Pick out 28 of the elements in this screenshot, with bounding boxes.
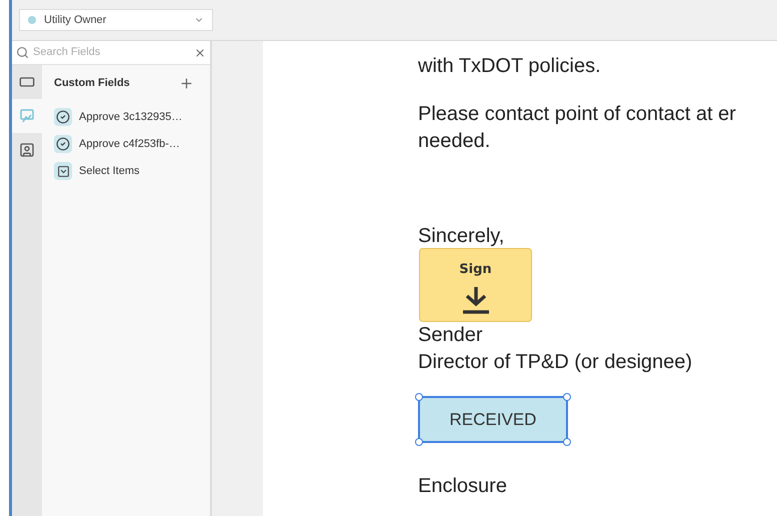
field-item[interactable]: Approve c4f253fb-… (79, 136, 180, 152)
document-text: needed. (418, 129, 492, 154)
close-icon[interactable] (194, 46, 206, 58)
document-text: with TxDOT policies. (418, 54, 602, 79)
document-text: Enclosure (418, 474, 508, 499)
dropdown-icon (54, 162, 72, 180)
resize-handle[interactable] (415, 438, 423, 446)
sign-button[interactable]: Sign (419, 248, 532, 322)
document-text: Sincerely, (418, 224, 506, 248)
document-text: Director of TP&D (or designee) (418, 350, 694, 375)
signature-icon (19, 108, 35, 124)
document-text: Please contact point of contact at er (418, 102, 737, 127)
search-field[interactable]: Search Fields (33, 44, 190, 61)
received-stamp[interactable]: RECEIVED (418, 396, 568, 443)
document-text: Sender (418, 323, 484, 348)
search-icon (16, 46, 29, 59)
role-dropdown[interactable]: Utility Owner (19, 9, 213, 31)
field-item[interactable]: Approve 3c132935… (79, 108, 182, 126)
add-icon[interactable] (179, 76, 194, 91)
resize-handle[interactable] (563, 438, 571, 446)
user-card-icon (19, 142, 35, 158)
check-circle-icon (54, 108, 72, 126)
resize-handle[interactable] (563, 393, 571, 401)
field-item[interactable]: Select Items (79, 162, 140, 180)
check-circle-icon (54, 135, 72, 153)
resize-handle[interactable] (415, 393, 423, 401)
search-bar[interactable]: Search Fields (12, 41, 210, 65)
panel-title: Custom Fields (54, 76, 130, 91)
